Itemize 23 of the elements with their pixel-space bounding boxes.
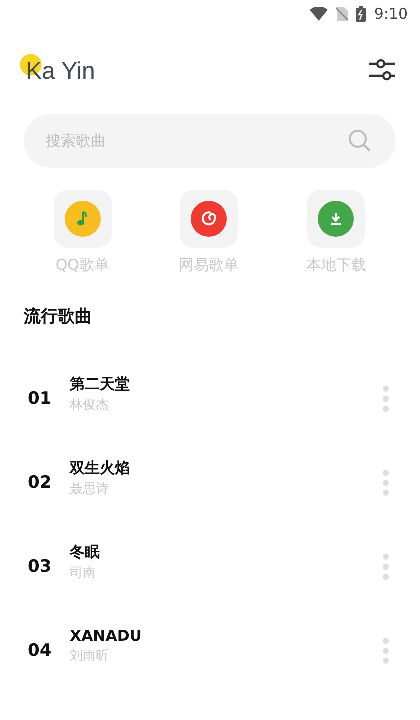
status-time: 9:10 bbox=[374, 5, 408, 23]
search-icon[interactable] bbox=[348, 129, 372, 153]
no-sim-icon bbox=[336, 7, 348, 21]
swirl-icon bbox=[200, 211, 217, 227]
battery-icon bbox=[356, 6, 366, 22]
settings-icon[interactable] bbox=[368, 58, 396, 82]
song-title[interactable]: 冬眠 bbox=[70, 542, 382, 562]
section-title: 流行歌曲 bbox=[23, 306, 93, 328]
search-field[interactable]: 搜索歌曲 bbox=[24, 114, 396, 168]
music-note-icon bbox=[76, 211, 89, 227]
song-rank: 04 bbox=[28, 641, 53, 661]
song-title[interactable]: 双生火焰 bbox=[70, 458, 382, 478]
more-icon[interactable] bbox=[382, 637, 390, 665]
song-rank: 01 bbox=[28, 389, 53, 409]
song-title[interactable]: XANADU bbox=[70, 627, 382, 645]
more-icon[interactable] bbox=[382, 469, 390, 497]
song-rank: 02 bbox=[28, 473, 53, 493]
wifi-icon bbox=[310, 7, 328, 21]
more-icon[interactable] bbox=[382, 385, 390, 413]
song-rank: 03 bbox=[28, 557, 53, 577]
download-icon bbox=[329, 212, 344, 226]
song-title[interactable]: 第二天堂 bbox=[70, 374, 382, 394]
more-icon[interactable] bbox=[382, 553, 390, 581]
